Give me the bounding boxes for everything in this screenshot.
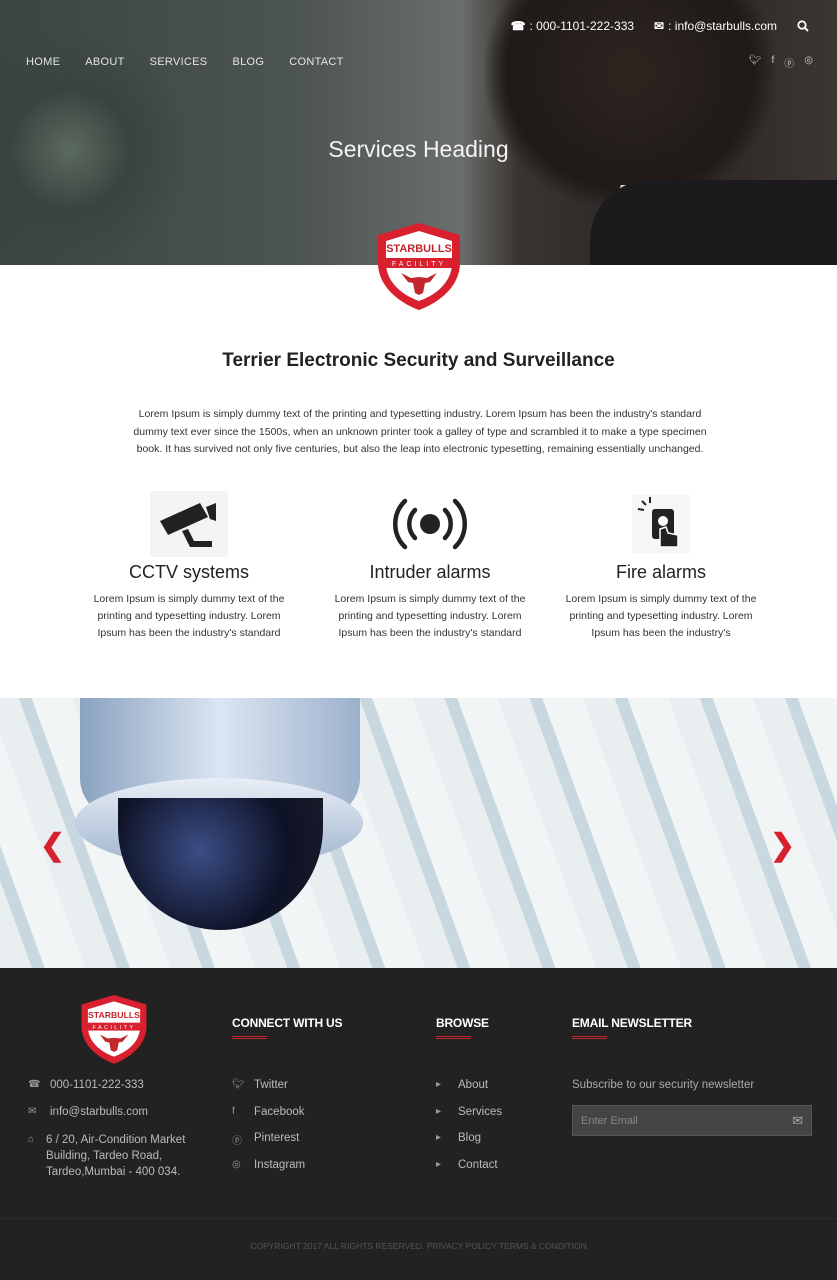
footer-address: ⌂ 6 / 20, Air-Condition Market Building, … — [28, 1134, 186, 1179]
caret-right-icon: ▸ — [436, 1105, 442, 1117]
nav-home[interactable]: HOME — [26, 56, 60, 68]
connect-pinterest[interactable]: ⓟ Pinterest — [232, 1132, 305, 1159]
pinterest-icon: ⓟ — [232, 1136, 242, 1148]
footer-divider — [0, 1218, 837, 1219]
search-icon[interactable] — [797, 20, 809, 32]
slider-prev-arrow-icon[interactable]: ❮ — [40, 828, 65, 863]
phone-icon: ☎ — [28, 1079, 41, 1090]
footer-email[interactable]: ✉ info@starbulls.com — [28, 1106, 208, 1133]
top-contact-bar: ☎: 000-1101-222-333 ✉: info@starbulls.co… — [511, 19, 809, 33]
facebook-icon: f — [232, 1105, 235, 1117]
connect-list: 🐦︎ Twitter f Facebook ⓟ Pinterest ◎ Instagra… — [232, 1079, 305, 1186]
slide-image-camera-dome — [118, 798, 323, 930]
caret-right-icon: ▸ — [436, 1159, 442, 1171]
feature-fire: Fire alarms Lorem Ipsum is simply dummy … — [556, 490, 766, 642]
envelope-submit-icon[interactable]: ✉ — [792, 1113, 803, 1129]
heading-underline — [436, 1036, 471, 1039]
twitter-icon: 🐦︎ — [232, 1079, 245, 1090]
browse-blog[interactable]: ▸ Blog — [436, 1132, 502, 1159]
browse-contact[interactable]: ▸ Contact — [436, 1159, 502, 1186]
pinterest-icon[interactable]: ⓟ — [784, 55, 794, 70]
browse-heading: BROWSE — [436, 1016, 489, 1039]
facebook-icon[interactable]: f — [771, 55, 774, 70]
nav-services[interactable]: SERVICES — [150, 56, 208, 68]
twitter-icon[interactable]: 🐦︎ — [749, 55, 762, 70]
heading-underline — [232, 1036, 267, 1039]
header-phone[interactable]: ☎: 000-1101-222-333 — [511, 19, 634, 33]
browse-title: BROWSE — [436, 1016, 489, 1030]
heading-underline — [572, 1036, 607, 1039]
connect-twitter[interactable]: 🐦︎ Twitter — [232, 1079, 305, 1106]
fire-alarm-button-icon — [556, 490, 766, 558]
connect-heading: CONNECT WITH US — [232, 1016, 343, 1039]
feature-intruder: Intruder alarms Lorem Ipsum is simply du… — [325, 490, 535, 642]
caret-right-icon: ▸ — [436, 1079, 442, 1090]
browse-list: ▸ About ▸ Services ▸ Blog ▸ Contact — [436, 1079, 502, 1186]
connect-instagram[interactable]: ◎ Instagram — [232, 1159, 305, 1186]
feature-cctv: CCTV systems Lorem Ipsum is simply dummy… — [84, 490, 294, 642]
newsletter-form: ✉ — [572, 1105, 812, 1136]
hero-title: Services Heading — [328, 136, 509, 162]
newsletter-subtitle: Subscribe to our security newsletter — [572, 1079, 755, 1091]
phone-icon: ☎ — [510, 19, 526, 33]
feature-title: CCTV systems — [128, 562, 249, 582]
cctv-camera-icon — [84, 490, 294, 558]
social-links: 🐦︎ f ⓟ ◎ — [749, 55, 813, 70]
section-title: Terrier Electronic Security and Surveill… — [222, 350, 615, 371]
nav-contact[interactable]: CONTACT — [289, 56, 343, 68]
main-nav: HOME ABOUT SERVICES BLOG CONTACT — [26, 56, 344, 68]
connect-facebook[interactable]: f Facebook — [232, 1106, 305, 1133]
feature-text: Lorem Ipsum is simply dummy text of the … — [93, 593, 285, 639]
feature-text: Lorem Ipsum is simply dummy text of the … — [334, 593, 526, 639]
newsletter-title: EMAIL NEWSLETTER — [572, 1016, 692, 1030]
image-slider: ❮ ❯ — [0, 698, 837, 968]
alarm-signal-icon — [325, 490, 535, 558]
footer-contact-list: ☎ 000-1101-222-333 ✉ info@starbulls.com ⌂ 6… — [28, 1079, 208, 1179]
slider-next-arrow-icon[interactable]: ❯ — [770, 828, 795, 863]
instagram-icon[interactable]: ◎ — [804, 55, 813, 70]
hero-image-suit — [590, 180, 837, 265]
footer-logo[interactable] — [80, 993, 148, 1065]
envelope-icon: ✉ — [28, 1105, 37, 1117]
browse-about[interactable]: ▸ About — [436, 1079, 502, 1106]
section-intro: Lorem Ipsum is simply dummy text of the … — [133, 408, 707, 455]
instagram-icon: ◎ — [232, 1159, 241, 1171]
copyright: COPYRIGHT 2017 ALL RIGHTS RESERVED. PRIV… — [250, 1241, 587, 1251]
footer-phone[interactable]: ☎ 000-1101-222-333 — [28, 1079, 208, 1106]
header-email[interactable]: ✉: info@starbulls.com — [654, 19, 777, 33]
caret-right-icon: ▸ — [436, 1132, 442, 1144]
home-icon: ⌂ — [28, 1134, 35, 1146]
nav-blog[interactable]: BLOG — [232, 56, 264, 68]
browse-services[interactable]: ▸ Services — [436, 1106, 502, 1133]
starbulls-logo[interactable] — [376, 221, 462, 311]
envelope-icon: ✉ — [654, 19, 665, 33]
feature-text: Lorem Ipsum is simply dummy text of the … — [565, 593, 757, 639]
newsletter-email-input[interactable] — [581, 1114, 771, 1127]
connect-title: CONNECT WITH US — [232, 1016, 343, 1030]
feature-title: Intruder alarms — [369, 562, 491, 582]
footer: ☎ 000-1101-222-333 ✉ info@starbulls.com ⌂ 6… — [0, 968, 837, 1280]
feature-title: Fire alarms — [615, 562, 706, 582]
newsletter-heading: EMAIL NEWSLETTER — [572, 1016, 692, 1039]
nav-about[interactable]: ABOUT — [85, 56, 124, 68]
